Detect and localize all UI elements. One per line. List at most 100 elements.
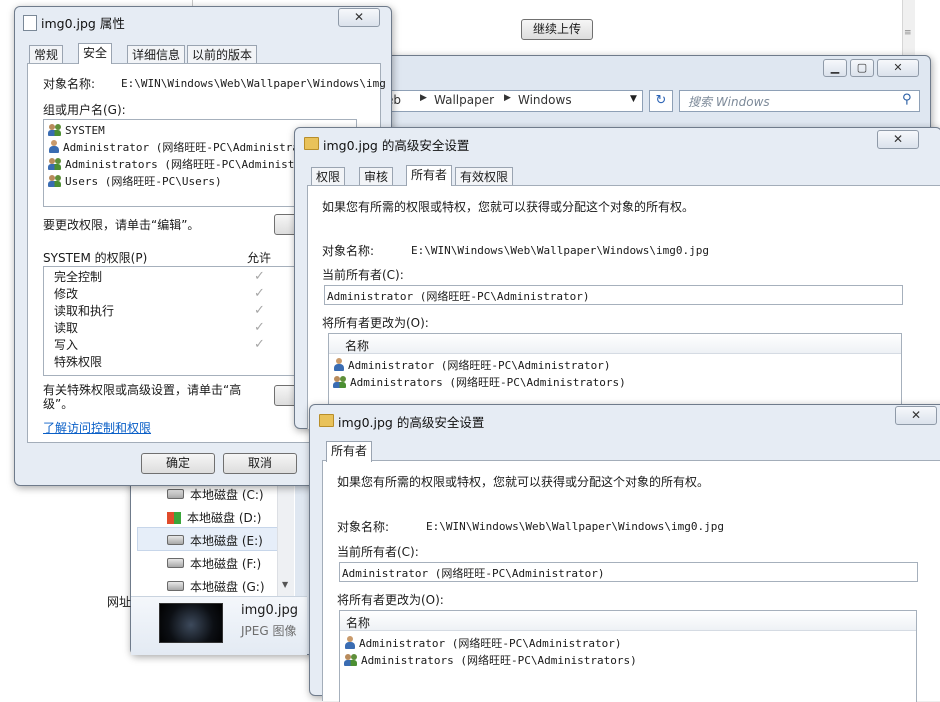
ownership-info: 如果您有所需的权限或特权，您就可以获得或分配这个对象的所有权。 (337, 475, 710, 489)
search-icon[interactable]: ⚲ (902, 92, 912, 107)
tab-details[interactable]: 详细信息 (127, 45, 186, 64)
allow-header: 允许 (247, 251, 272, 265)
cancel-button[interactable]: 取消 (223, 453, 297, 474)
search-box[interactable]: 搜索 Windows ⚲ (679, 90, 920, 112)
breadcrumb-separator-icon: ▶ (504, 93, 511, 103)
drive-item[interactable]: 本地磁盘 (F:) (167, 555, 261, 572)
group-icon (48, 174, 62, 187)
url-label: 网址 (107, 595, 132, 609)
close-button[interactable]: ✕ (895, 406, 937, 425)
tab-general[interactable]: 常规 (29, 45, 64, 64)
drive-icon (167, 558, 184, 568)
image-file-icon (23, 15, 37, 31)
list-item[interactable]: Administrators (网络旺旺-PC\Administrators) (344, 652, 637, 669)
tab-security[interactable]: 安全 (78, 43, 113, 64)
advanced-hint-2: 级”。 (43, 397, 74, 411)
search-input[interactable]: 搜索 Windows (688, 93, 770, 110)
maximize-button[interactable]: ▢ (850, 59, 874, 77)
address-dropdown-icon[interactable]: ▼ (630, 94, 637, 104)
list-item[interactable]: SYSTEM (48, 122, 105, 139)
allow-check-icon: ✓ (254, 320, 265, 335)
dialog-title: img0.jpg 属性 (41, 16, 125, 31)
owner-panel: 如果您有所需的权限或特权，您就可以获得或分配这个对象的所有权。 对象名称: E:… (307, 185, 940, 431)
object-name-label: 对象名称: (337, 520, 390, 534)
close-button[interactable]: ✕ (877, 59, 919, 77)
group-icon (344, 653, 358, 666)
drive-icon (167, 489, 184, 499)
permissions-header: SYSTEM 的权限(P) (43, 251, 148, 265)
object-name-label: 对象名称: (322, 244, 375, 258)
nav-pane: 本地磁盘 (C:) 本地磁盘 (D:) 本地磁盘 (E:) 本地磁盘 (F:) … (131, 476, 295, 596)
user-icon (48, 140, 60, 153)
owner-panel: 如果您有所需的权限或特权，您就可以获得或分配这个对象的所有权。 对象名称: E:… (322, 460, 940, 702)
nav-scrollbar[interactable]: ▼ (277, 476, 294, 596)
page-scroll-grip-icon: ≡ (904, 28, 912, 38)
permission-row: 修改 (54, 287, 79, 301)
advanced-security-dialog-front: img0.jpg 的高级安全设置 ✕ 所有者 如果您有所需的权限或特权，您就可以… (309, 404, 940, 702)
drive-item[interactable]: 本地磁盘 (E:) (167, 532, 263, 549)
close-button[interactable]: ✕ (338, 8, 380, 27)
drive-item[interactable]: 本地磁盘 (G:) (167, 578, 265, 595)
tab-permissions[interactable]: 权限 (311, 167, 346, 186)
tab-previous-versions[interactable]: 以前的版本 (187, 45, 258, 64)
tab-owner[interactable]: 所有者 (326, 441, 373, 462)
object-name-value: E:\WIN\Windows\Web\Wallpaper\Windows\img (121, 77, 386, 90)
change-owner-label: 将所有者更改为(O): (322, 316, 429, 330)
address-bar[interactable]: eb ▶ Wallpaper ▶ Windows ▼ (379, 90, 643, 112)
list-item[interactable]: Administrators (网络旺旺-PC\Administrators) (333, 374, 626, 391)
breadcrumb-item[interactable]: Wallpaper (434, 93, 494, 107)
object-name-value: E:\WIN\Windows\Web\Wallpaper\Windows\img… (426, 520, 725, 533)
permission-row: 读取 (54, 321, 79, 335)
details-pane: img0.jpg JPEG 图像 (131, 596, 307, 655)
current-owner-field: Administrator (网络旺旺-PC\Administrator) (339, 562, 918, 582)
refresh-button[interactable]: ↻ (649, 90, 673, 112)
permission-row: 读取和执行 (54, 304, 115, 318)
object-name-label: 对象名称: (43, 77, 96, 91)
group-icon (48, 157, 62, 170)
system-user-icon (48, 123, 62, 136)
list-item[interactable]: Administrators (网络旺旺-PC\Administra (48, 156, 308, 173)
folder-icon (304, 137, 319, 150)
group-users-label: 组或用户名(G): (43, 103, 126, 117)
advanced-security-dialog: img0.jpg 的高级安全设置 ✕ 权限 审核 所有者 有效权限 如果您有所需… (294, 127, 940, 431)
owner-list[interactable]: 名称 Administrator (网络旺旺-PC\Administrator)… (339, 610, 917, 702)
scroll-down-icon[interactable]: ▼ (282, 580, 288, 589)
list-item[interactable]: Administrator (网络旺旺-PC\Administrator) (344, 635, 622, 652)
list-item[interactable]: Administrator (网络旺旺-PC\Administrator) (333, 357, 611, 374)
minimize-button[interactable]: ▁ (823, 59, 847, 77)
permission-row: 写入 (54, 338, 79, 352)
ok-button[interactable]: 确定 (141, 453, 215, 474)
allow-check-icon: ✓ (254, 337, 265, 352)
windows-drive-icon (167, 512, 181, 524)
drive-icon (167, 581, 184, 591)
ownership-info: 如果您有所需的权限或特权，您就可以获得或分配这个对象的所有权。 (322, 200, 695, 214)
folder-icon (319, 414, 334, 427)
file-thumbnail (159, 603, 223, 643)
list-item[interactable]: Users (网络旺旺-PC\Users) (48, 173, 222, 190)
breadcrumb-item[interactable]: Windows (518, 93, 572, 107)
allow-check-icon: ✓ (254, 269, 265, 284)
allow-check-icon: ✓ (254, 303, 265, 318)
drive-item[interactable]: 本地磁盘 (C:) (167, 486, 264, 503)
drive-icon (167, 535, 184, 545)
file-type: JPEG 图像 (241, 624, 297, 638)
edit-hint: 要更改权限，请单击“编辑”。 (43, 218, 200, 232)
group-icon (333, 375, 347, 388)
drive-item[interactable]: 本地磁盘 (D:) (167, 509, 261, 526)
learn-access-control-link[interactable]: 了解访问控制和权限 (43, 419, 151, 436)
tab-owner[interactable]: 所有者 (406, 165, 453, 186)
tab-auditing[interactable]: 审核 (359, 167, 394, 186)
current-owner-field: Administrator (网络旺旺-PC\Administrator) (324, 285, 903, 305)
name-column-header[interactable]: 名称 (329, 334, 901, 354)
name-column-header[interactable]: 名称 (340, 611, 916, 631)
allow-check-icon: ✓ (254, 286, 265, 301)
dialog-title: img0.jpg 的高级安全设置 (323, 138, 470, 153)
tab-effective-permissions[interactable]: 有效权限 (455, 167, 514, 186)
breadcrumb-separator-icon: ▶ (420, 93, 427, 103)
file-name: img0.jpg (241, 603, 299, 618)
list-item[interactable]: Administrator (网络旺旺-PC\Administrat (48, 139, 306, 156)
close-button[interactable]: ✕ (877, 130, 919, 149)
continue-upload-button[interactable]: 继续上传 (521, 19, 593, 40)
user-icon (333, 358, 345, 371)
permission-row: 完全控制 (54, 270, 103, 284)
